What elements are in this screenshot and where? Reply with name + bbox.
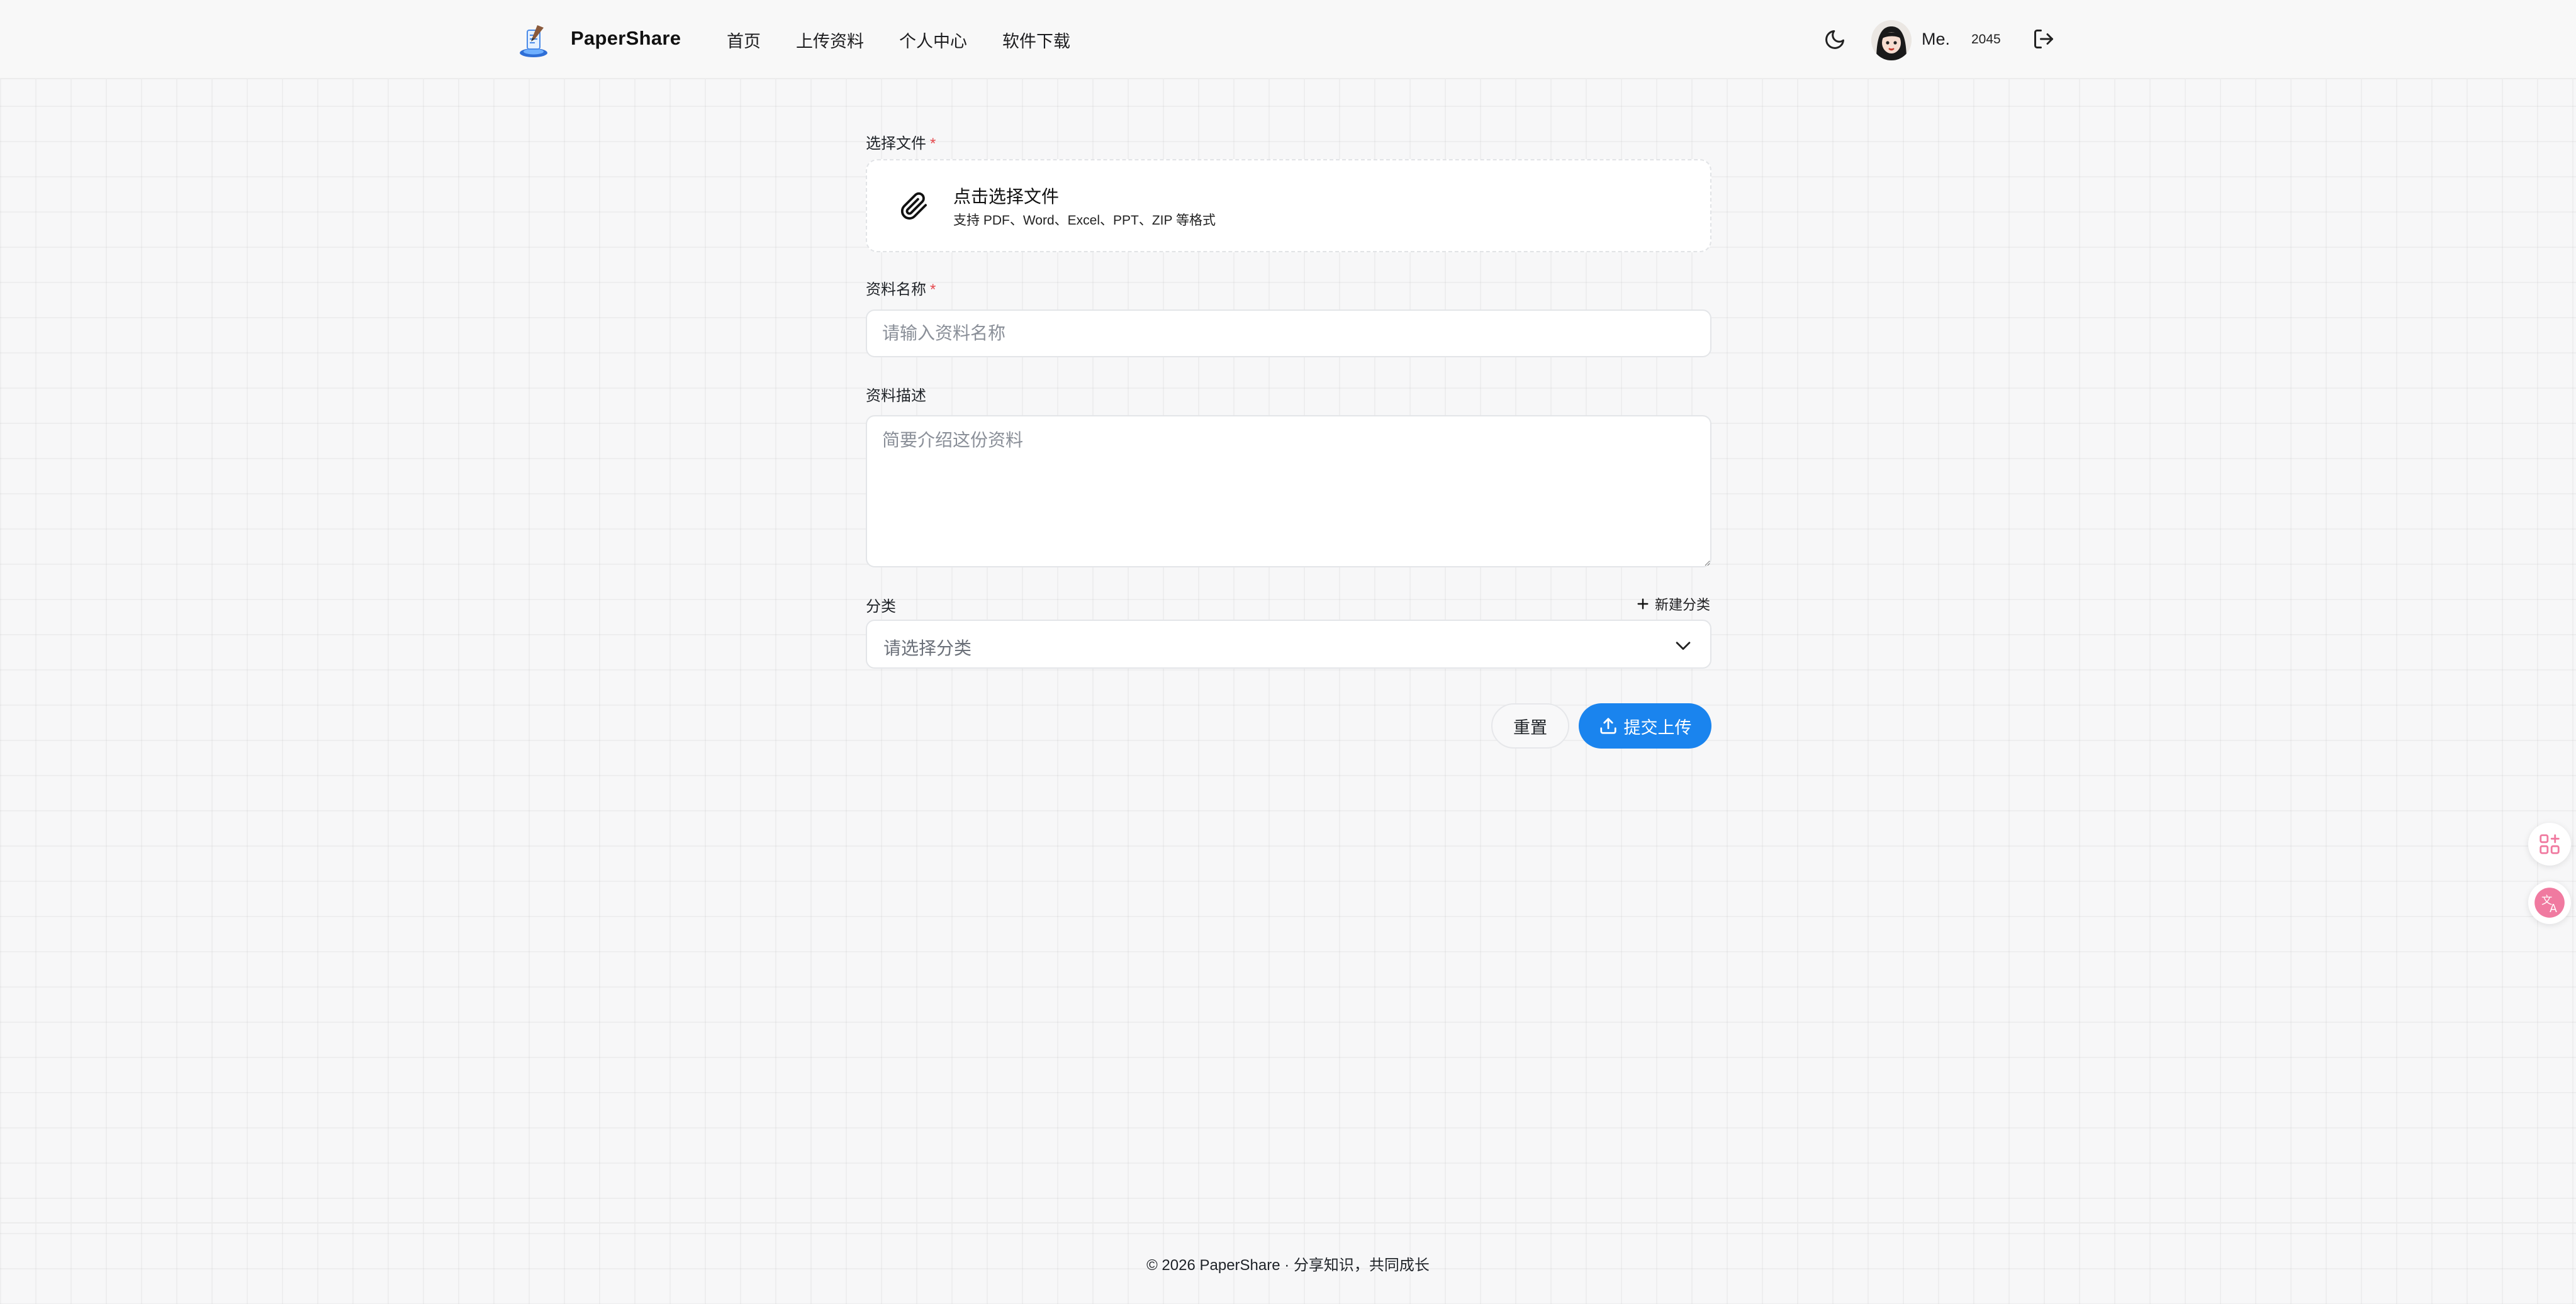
new-category-label: 新建分类 xyxy=(1655,597,1711,613)
footer-divider xyxy=(0,1222,2576,1223)
title-input[interactable] xyxy=(866,309,1711,357)
description-label: 资料描述 xyxy=(866,387,926,404)
submit-label: 提交上传 xyxy=(1623,718,1692,737)
file-picker-title: 点击选择文件 xyxy=(953,187,1060,206)
paperclip-icon xyxy=(900,192,929,221)
required-mark: * xyxy=(930,281,936,298)
description-textarea[interactable] xyxy=(866,415,1711,567)
papershare-logo-icon[interactable] xyxy=(516,21,554,59)
footer-copyright: © 2026 PaperShare · 分享知识，共同成长 xyxy=(1146,1257,1430,1274)
nav-download[interactable]: 软件下载 xyxy=(1002,28,1070,52)
file-label-text: 选择文件 xyxy=(866,135,926,152)
name-label-text: 资料名称 xyxy=(866,281,926,298)
user-badge: 2045 xyxy=(1971,32,2001,47)
reset-button[interactable]: 重置 xyxy=(1491,703,1569,749)
apps-add-icon[interactable] xyxy=(2528,823,2571,866)
name-label: 资料名称 * xyxy=(866,277,936,299)
top-nav-bar: PaperShare 首页 上传资料 个人中心 软件下载 Me. 2045 xyxy=(0,0,2576,79)
avatar[interactable] xyxy=(1871,20,1912,60)
submit-upload-button[interactable]: 提交上传 xyxy=(1579,703,1711,749)
category-selected-value: 请选择分类 xyxy=(883,638,972,658)
file-label: 选择文件 * xyxy=(866,131,936,153)
nav-profile[interactable]: 个人中心 xyxy=(899,28,967,52)
nav-upload[interactable]: 上传资料 xyxy=(796,28,864,52)
new-category-button[interactable]: 新建分类 xyxy=(1636,594,1710,614)
translate-icon[interactable]: 文 A xyxy=(2528,881,2571,924)
main-nav: 首页 上传资料 个人中心 软件下载 xyxy=(727,28,1070,52)
moon-icon[interactable] xyxy=(1823,28,1846,51)
category-label: 分类 xyxy=(866,598,896,615)
logout-icon[interactable] xyxy=(2032,28,2055,50)
category-select[interactable]: 请选择分类 xyxy=(866,620,1711,669)
username[interactable]: Me. xyxy=(1922,30,1950,49)
upload-icon xyxy=(1599,718,1616,734)
required-mark: * xyxy=(930,135,936,152)
file-format-hint: 支持 PDF、Word、Excel、PPT、ZIP 等格式 xyxy=(953,213,1216,228)
svg-text:A: A xyxy=(2550,903,2557,915)
chevron-down-icon xyxy=(1672,635,1694,656)
nav-home[interactable]: 首页 xyxy=(727,28,761,52)
brand-name[interactable]: PaperShare xyxy=(571,27,681,50)
file-picker[interactable]: 点击选择文件 支持 PDF、Word、Excel、PPT、ZIP 等格式 xyxy=(866,159,1711,252)
plus-icon xyxy=(1637,598,1649,610)
